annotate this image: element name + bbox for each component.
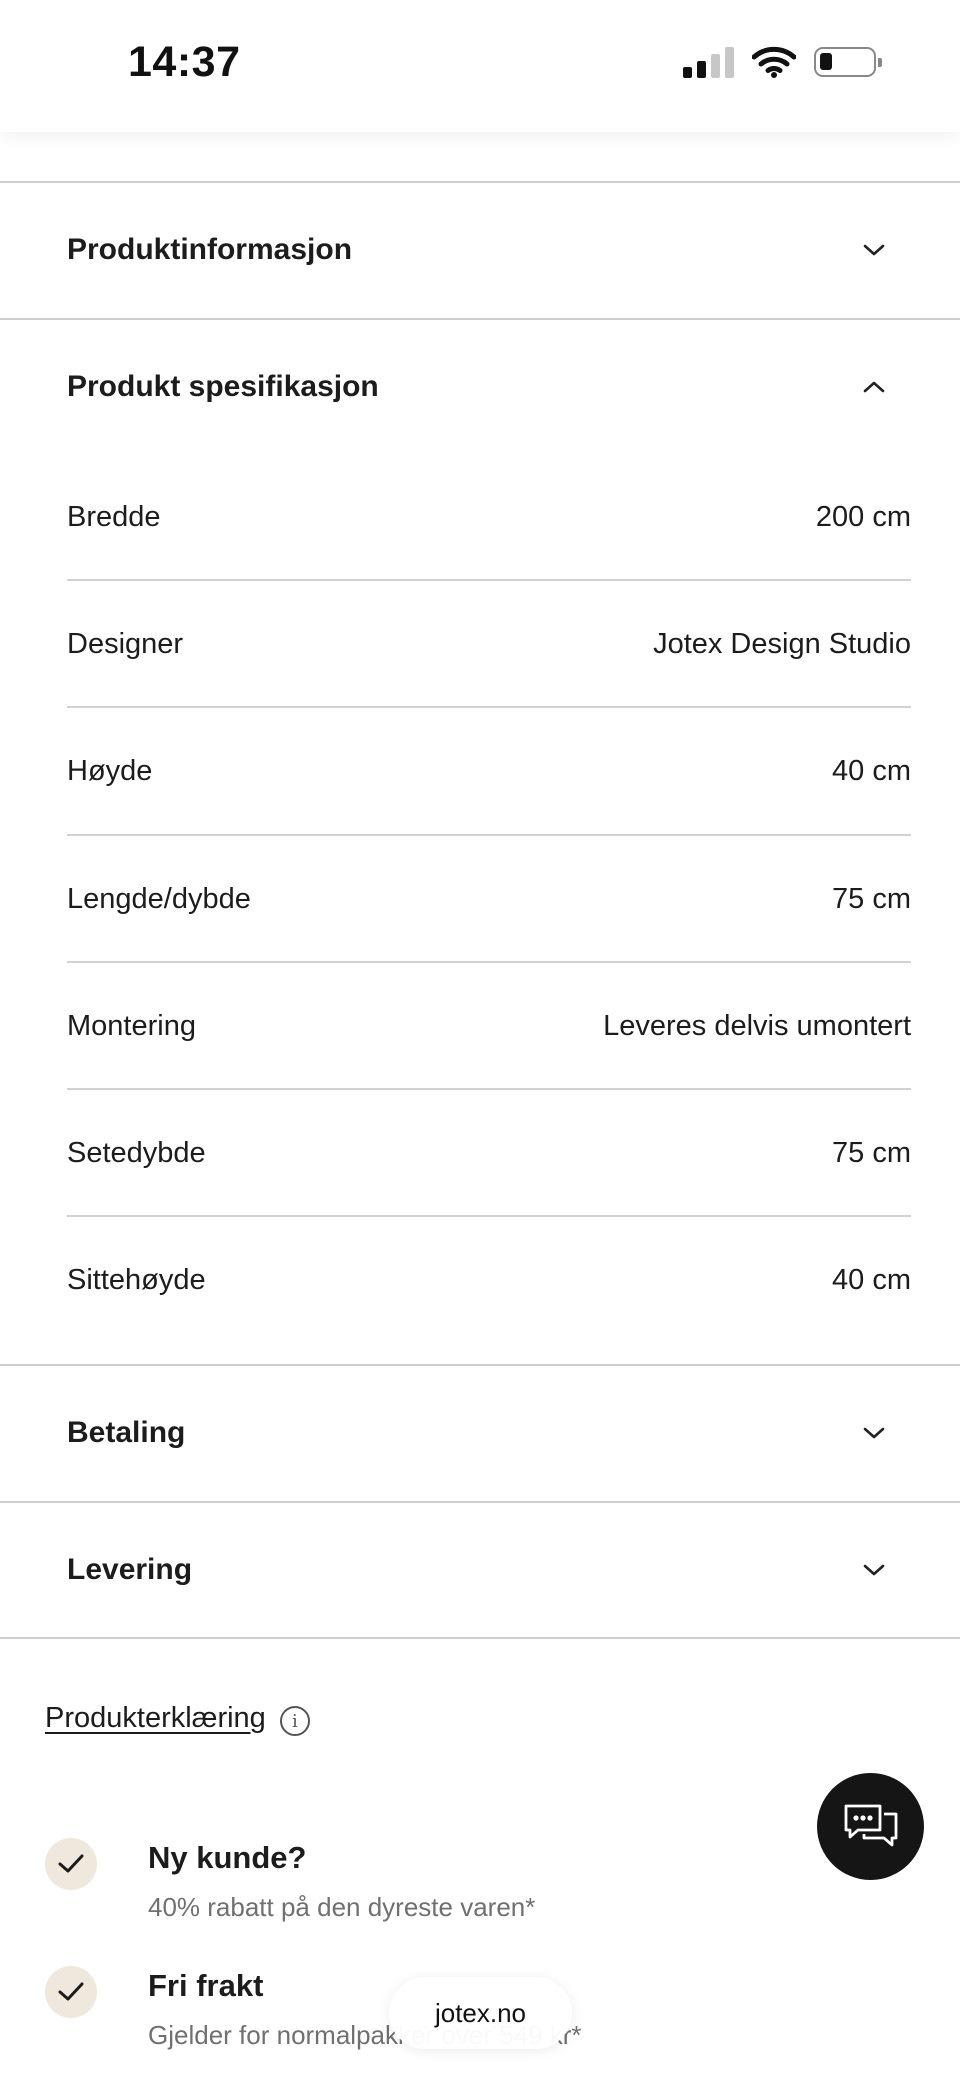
perk-title: Fri frakt bbox=[148, 1968, 264, 2003]
spec-row-designer: Designer Jotex Design Studio bbox=[67, 581, 911, 708]
spec-label: Montering bbox=[67, 1010, 196, 1042]
accordion-delivery[interactable]: Levering bbox=[0, 1503, 960, 1637]
accordion-product-spec[interactable]: Produkt spesifikasjon bbox=[0, 320, 960, 454]
browser-url-bar[interactable]: jotex.no bbox=[389, 1977, 572, 2049]
chevron-down-icon bbox=[860, 236, 888, 264]
spec-label: Lengde/dybde bbox=[67, 883, 251, 915]
status-icons bbox=[683, 46, 882, 78]
accordion-product-info[interactable]: Produktinformasjon bbox=[0, 183, 960, 317]
spec-row-assembly: Montering Leveres delvis umontert bbox=[67, 963, 911, 1090]
spec-label: Designer bbox=[67, 628, 184, 660]
spec-value: Jotex Design Studio bbox=[653, 628, 911, 660]
spec-value: 75 cm bbox=[832, 1137, 911, 1169]
accordion-title: Betaling bbox=[67, 1416, 186, 1449]
product-declaration: Produkterklæring i bbox=[45, 1700, 310, 1736]
status-bar: 14:37 bbox=[0, 0, 960, 132]
accordion-title: Produktinformasjon bbox=[67, 233, 353, 266]
spec-row-depth: Lengde/dybde 75 cm bbox=[67, 836, 911, 963]
wifi-icon bbox=[752, 46, 796, 78]
spec-row-seat-height: Sittehøyde 40 cm bbox=[67, 1217, 911, 1344]
accordion-payment[interactable]: Betaling bbox=[0, 1366, 960, 1500]
checkmark-icon bbox=[45, 1838, 97, 1890]
accordion-title: Levering bbox=[67, 1553, 193, 1586]
chevron-up-icon bbox=[860, 373, 888, 401]
chevron-down-icon bbox=[860, 1556, 888, 1584]
divider bbox=[0, 1637, 960, 1639]
spec-row-seat-depth: Setedybde 75 cm bbox=[67, 1090, 911, 1217]
perk-new-customer: Ny kunde? 40% rabatt på den dyreste vare… bbox=[45, 1838, 925, 1948]
accordion-title: Produkt spesifikasjon bbox=[67, 370, 379, 403]
spec-value: 75 cm bbox=[832, 883, 911, 915]
spec-value: Leveres delvis umontert bbox=[603, 1010, 911, 1042]
spec-value: 40 cm bbox=[832, 1264, 911, 1296]
cellular-signal-icon bbox=[683, 46, 734, 78]
perk-subtitle: 40% rabatt på den dyreste varen* bbox=[148, 1892, 536, 1922]
spec-label: Setedybde bbox=[67, 1137, 206, 1169]
spec-row-height: Høyde 40 cm bbox=[67, 708, 911, 835]
product-declaration-link[interactable]: Produkterklæring bbox=[45, 1702, 266, 1735]
info-icon[interactable]: i bbox=[279, 1706, 310, 1736]
spec-label: Høyde bbox=[67, 755, 153, 787]
product-page: 14:37 Produktinformasjon Produkt spesifi… bbox=[0, 0, 960, 2081]
spec-label: Sittehøyde bbox=[67, 1264, 206, 1296]
chevron-down-icon bbox=[860, 1419, 888, 1447]
spec-label: Bredde bbox=[67, 501, 161, 533]
spec-value: 40 cm bbox=[832, 755, 911, 787]
spec-row-width: Bredde 200 cm bbox=[67, 454, 911, 581]
perk-title: Ny kunde? bbox=[148, 1840, 307, 1875]
checkmark-icon bbox=[45, 1966, 97, 2018]
battery-icon bbox=[814, 47, 882, 77]
spec-value: 200 cm bbox=[815, 501, 911, 533]
status-time: 14:37 bbox=[128, 38, 241, 86]
